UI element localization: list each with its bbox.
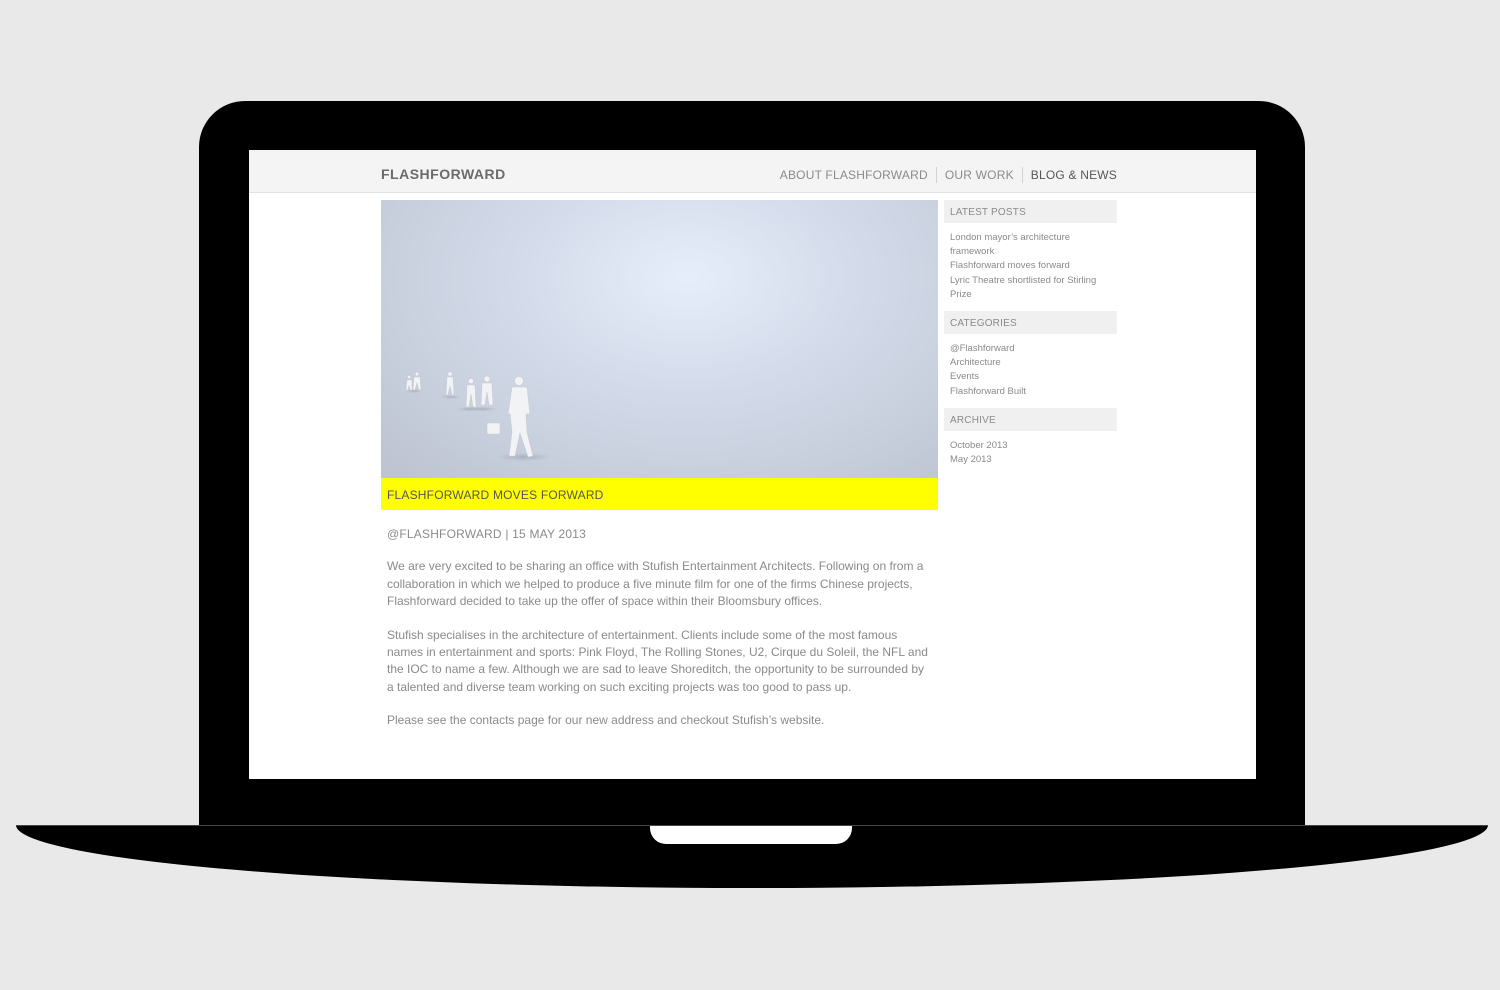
category-link[interactable]: @Flashforward — [950, 342, 1111, 356]
post-meta: @FLASHFORWARD | 15 MAY 2013 — [387, 527, 586, 541]
post-title-bar: FLASHFORWARD MOVES FORWARD — [381, 478, 938, 510]
category-link[interactable]: Events — [950, 370, 1111, 384]
archive-list: October 2013 May 2013 — [944, 431, 1117, 476]
post-body: @FLASHFORWARD | 15 MAY 2013 We are very … — [387, 526, 932, 746]
latest-posts-list: London mayor’s architecture framework Fl… — [944, 223, 1117, 311]
categories-list: @Flashforward Architecture Events Flashf… — [944, 334, 1117, 408]
post-paragraph: Stufish specialises in the architecture … — [387, 627, 928, 694]
walking-figures-image — [405, 371, 552, 461]
nav-about[interactable]: ABOUT FLASHFORWARD — [772, 167, 936, 183]
archive-link[interactable]: May 2013 — [950, 453, 1111, 467]
latest-post-link[interactable]: Flashforward moves forward — [950, 259, 1111, 273]
latest-post-link[interactable]: London mayor’s architecture framework — [950, 231, 1111, 259]
post-title: FLASHFORWARD MOVES FORWARD — [387, 488, 604, 502]
laptop-screen: FLASHFORWARD ABOUT FLASHFORWARD OUR WORK… — [249, 150, 1256, 779]
post-paragraph: Please see the contacts page for our new… — [387, 713, 825, 728]
archive-link[interactable]: October 2013 — [950, 439, 1111, 453]
site-header: FLASHFORWARD ABOUT FLASHFORWARD OUR WORK… — [249, 150, 1256, 193]
nav-our-work[interactable]: OUR WORK — [935, 167, 1022, 183]
sidebar: LATEST POSTS London mayor’s architecture… — [944, 200, 1117, 476]
laptop-notch — [650, 826, 852, 844]
hero-image — [381, 200, 938, 479]
site-logo[interactable]: FLASHFORWARD — [381, 166, 506, 182]
latest-post-link[interactable]: Lyric Theatre shortlisted for Stirling P… — [950, 274, 1111, 302]
category-link[interactable]: Flashforward Built — [950, 385, 1111, 399]
nav-blog-news[interactable]: BLOG & NEWS — [1021, 167, 1117, 183]
archive-heading: ARCHIVE — [944, 407, 1117, 431]
categories-heading: CATEGORIES — [944, 311, 1117, 335]
category-link[interactable]: Architecture — [950, 356, 1111, 370]
main-nav: ABOUT FLASHFORWARD OUR WORK BLOG & NEWS — [772, 167, 1117, 183]
post-paragraph: We are very excited to be sharing an off… — [387, 559, 924, 609]
latest-posts-heading: LATEST POSTS — [944, 200, 1117, 223]
